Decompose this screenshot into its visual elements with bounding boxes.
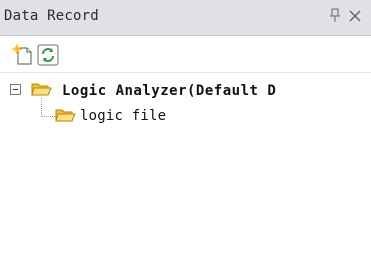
folder-open-icon	[30, 80, 52, 98]
new-item-button[interactable]	[11, 43, 35, 67]
data-record-panel: Data Record Logic Analyzer(Default D log…	[0, 0, 371, 269]
new-document-sparkle-icon	[12, 44, 32, 65]
refresh-button[interactable]	[36, 43, 60, 67]
panel-toolbar	[0, 37, 371, 73]
folder-open-glyph	[55, 109, 76, 122]
pin-icon-glyph	[330, 8, 340, 22]
pin-icon[interactable]	[327, 7, 343, 25]
close-icon[interactable]	[346, 6, 364, 26]
panel-title: Data Record	[4, 8, 99, 24]
close-icon-glyph	[349, 10, 361, 22]
panel-titlebar: Data Record	[0, 0, 371, 36]
refresh-icon	[37, 44, 59, 66]
tree-connector	[41, 98, 55, 117]
tree-root-label[interactable]: Logic Analyzer(Default D	[62, 83, 276, 99]
tree-child-label[interactable]: logic file	[80, 108, 166, 124]
data-record-tree[interactable]: Logic Analyzer(Default D logic file	[0, 74, 371, 269]
folder-open-icon	[54, 106, 76, 124]
collapse-toggle[interactable]	[10, 84, 21, 95]
folder-open-glyph	[31, 83, 52, 96]
